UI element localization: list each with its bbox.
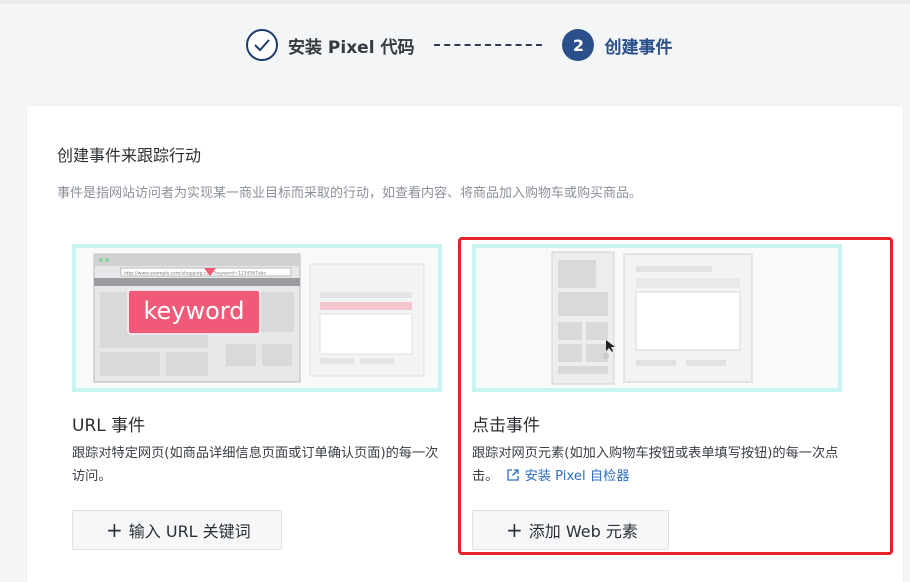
plus-icon: +: [506, 518, 523, 542]
step-connector: [434, 44, 543, 46]
top-edge: [0, 0, 910, 4]
plus-icon: +: [106, 518, 123, 542]
add-web-element-button[interactable]: + 添加 Web 元素: [472, 510, 669, 550]
add-web-element-button-label: 添加 Web 元素: [528, 522, 638, 541]
add-url-keyword-button-label: 输入 URL 关键词: [128, 522, 251, 541]
click-event-title: 点击事件: [472, 416, 540, 436]
add-url-keyword-button[interactable]: + 输入 URL 关键词: [72, 510, 282, 550]
step1-label: 安装 Pixel 代码: [288, 37, 415, 58]
illus-url-text: http://www.example.com/shopping-cart?key…: [124, 271, 267, 277]
click-event-option: 点击事件 跟踪对网页元素(如加入购物车按钮或表单填写按钮)的每一次点击。 安装 …: [472, 244, 842, 550]
create-event-card: 创建事件来跟踪行动 事件是指网站访问者为实现某一商业目标而采取的行动，如查看内容…: [27, 106, 903, 582]
stepper: 安装 Pixel 代码 2 创建事件: [246, 28, 672, 62]
external-link-icon: [506, 469, 519, 481]
install-pixel-helper-link[interactable]: 安装 Pixel 自检器: [503, 469, 630, 484]
illus-keyword-label: keyword: [143, 297, 244, 325]
click-event-description-block: 跟踪对网页元素(如加入购物车按钮或表单填写按钮)的每一次点击。 安装 Pixel…: [472, 442, 844, 488]
url-event-option: http://www.example.com/shopping-cart?key…: [72, 244, 442, 550]
card-description: 事件是指网站访问者为实现某一商业目标而采取的行动，如查看内容、将商品加入购物车或…: [57, 186, 643, 201]
click-event-illustration: [472, 244, 842, 392]
check-icon: [254, 39, 270, 52]
install-pixel-helper-label: 安装 Pixel 自检器: [524, 469, 630, 484]
url-event-title: URL 事件: [72, 416, 146, 436]
card-title: 创建事件来跟踪行动: [57, 146, 202, 165]
step2-label: 创建事件: [604, 37, 673, 58]
step2-number-badge: 2: [562, 29, 595, 61]
web-element-illustration: [551, 251, 753, 385]
url-event-description: 跟踪对特定网页(如商品详细信息页面或订单确认页面)的每一次访问。: [72, 446, 439, 484]
browser-keyword-illustration: http://www.example.com/shopping-cart?key…: [93, 253, 425, 383]
step1-done-badge: [246, 29, 278, 61]
url-event-illustration: http://www.example.com/shopping-cart?key…: [72, 244, 442, 392]
